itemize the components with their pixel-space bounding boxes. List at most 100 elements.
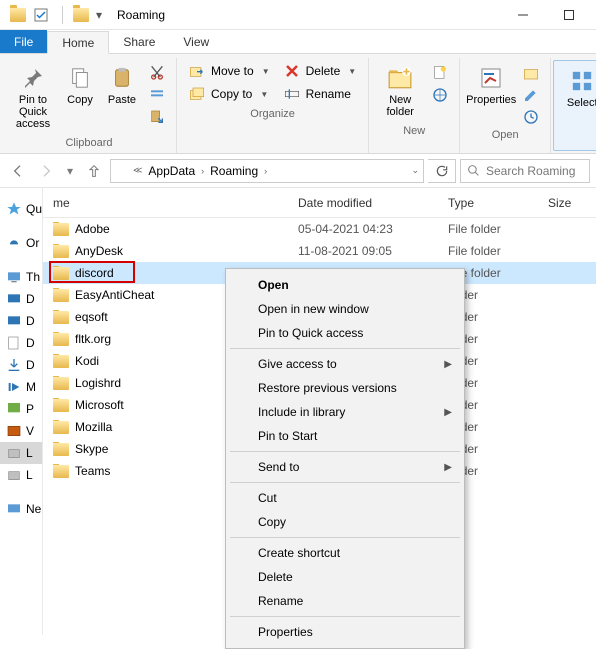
nav-item[interactable]: P xyxy=(0,398,42,420)
folder-icon xyxy=(10,8,26,22)
new-folder-button[interactable]: New folder xyxy=(375,60,425,122)
nav-item[interactable]: L xyxy=(0,442,42,464)
ctx-properties[interactable]: Properties xyxy=(228,620,462,644)
tab-share[interactable]: Share xyxy=(109,30,169,53)
properties-button[interactable]: Properties xyxy=(466,60,516,110)
tab-view[interactable]: View xyxy=(169,30,223,53)
ctx-send-to[interactable]: Send to▶ xyxy=(228,455,462,479)
open-icon[interactable] xyxy=(522,64,540,82)
folder-icon xyxy=(53,245,69,258)
table-row[interactable]: AnyDesk11-08-2021 09:05File folder xyxy=(43,240,596,262)
nav-item[interactable]: M xyxy=(0,376,42,398)
column-headers[interactable]: me Date modified Type Size xyxy=(43,188,596,218)
col-size[interactable]: Size xyxy=(538,196,596,210)
file-name: EasyAntiCheat xyxy=(75,288,154,302)
nav-item[interactable]: L xyxy=(0,464,42,486)
pin-icon xyxy=(19,64,47,92)
nav-item[interactable]: D xyxy=(0,332,42,354)
rename-button[interactable]: Rename xyxy=(278,83,363,105)
ctx-create-shortcut[interactable]: Create shortcut xyxy=(228,541,462,565)
group-organize: Move to▼ Copy to▼ Delete▼ Rename Organiz… xyxy=(177,58,369,153)
col-type[interactable]: Type xyxy=(438,196,538,210)
folder-icon xyxy=(53,399,69,412)
ctx-delete[interactable]: Delete xyxy=(228,565,462,589)
ctx-include-in-library[interactable]: Include in library▶ xyxy=(228,400,462,424)
nav-item[interactable]: D xyxy=(0,310,42,332)
copy-to-icon xyxy=(189,86,205,102)
nav-item[interactable]: D xyxy=(0,354,42,376)
file-date: 11-08-2021 09:05 xyxy=(288,244,438,258)
nav-item[interactable]: Qu xyxy=(0,198,42,220)
group-label: New xyxy=(375,122,453,141)
paste-button[interactable]: Paste xyxy=(102,60,142,110)
breadcrumb-segment[interactable]: Roaming xyxy=(208,164,260,178)
paste-shortcut-icon[interactable] xyxy=(148,108,166,126)
search-input[interactable]: Search Roaming xyxy=(460,159,590,183)
copy-button[interactable]: Copy xyxy=(60,60,100,110)
folder-icon xyxy=(53,421,69,434)
group-label: Open xyxy=(466,126,544,145)
ribbon: Pin to Quick access Copy Paste Clipboard xyxy=(0,54,596,154)
file-name: AnyDesk xyxy=(75,244,123,258)
cut-icon[interactable] xyxy=(148,64,166,82)
file-name: Skype xyxy=(75,442,108,456)
nav-item[interactable]: Or xyxy=(0,232,42,254)
easy-access-icon[interactable] xyxy=(431,86,449,104)
folder-icon xyxy=(53,223,69,236)
ctx-copy[interactable]: Copy xyxy=(228,510,462,534)
breadcrumb-segment[interactable]: AppData xyxy=(146,164,197,178)
ctx-give-access-to[interactable]: Give access to▶ xyxy=(228,352,462,376)
file-name: fltk.org xyxy=(75,332,111,346)
file-name: Mozilla xyxy=(75,420,112,434)
title-bar: ▾ Roaming xyxy=(0,0,596,30)
select-button[interactable]: Select xyxy=(560,63,596,113)
nav-item[interactable]: V xyxy=(0,420,42,442)
nav-item[interactable]: Ne xyxy=(0,498,42,520)
new-item-icon[interactable] xyxy=(431,64,449,82)
address-dropdown[interactable]: ⌄ xyxy=(411,165,419,176)
delete-button[interactable]: Delete▼ xyxy=(278,60,363,82)
ctx-restore-previous[interactable]: Restore previous versions xyxy=(228,376,462,400)
move-to-icon xyxy=(189,63,205,79)
navigation-pane[interactable]: Qu Or Th D D D D M P V L L Ne xyxy=(0,188,43,635)
tab-file[interactable]: File xyxy=(0,30,47,53)
maximize-button[interactable] xyxy=(546,0,592,30)
nav-item[interactable]: D xyxy=(0,288,42,310)
qat-item[interactable] xyxy=(30,4,52,26)
up-button[interactable] xyxy=(82,159,106,183)
tab-home[interactable]: Home xyxy=(47,31,109,54)
ctx-rename[interactable]: Rename xyxy=(228,589,462,613)
pin-quick-access-button[interactable]: Pin to Quick access xyxy=(8,60,58,134)
back-button[interactable] xyxy=(6,159,30,183)
forward-button[interactable] xyxy=(34,159,58,183)
properties-icon xyxy=(477,64,505,92)
edit-icon[interactable] xyxy=(522,86,540,104)
select-icon xyxy=(568,67,596,95)
file-name: Logishrd xyxy=(75,376,121,390)
address-bar[interactable]: ≪ AppData › Roaming › ⌄ xyxy=(110,159,424,183)
folder-icon xyxy=(53,311,69,324)
table-row[interactable]: Adobe05-04-2021 04:23File folder xyxy=(43,218,596,240)
minimize-button[interactable] xyxy=(500,0,546,30)
file-name: Kodi xyxy=(75,354,99,368)
refresh-button[interactable] xyxy=(428,159,456,183)
ctx-pin-to-start[interactable]: Pin to Start xyxy=(228,424,462,448)
recent-locations-button[interactable]: ▾ xyxy=(62,159,78,183)
ctx-open[interactable]: Open xyxy=(228,273,462,297)
nav-item[interactable]: Th xyxy=(0,266,42,288)
col-name[interactable]: me xyxy=(43,196,288,210)
history-icon[interactable] xyxy=(522,108,540,126)
move-to-button[interactable]: Move to▼ xyxy=(183,60,276,82)
window-title: Roaming xyxy=(111,8,165,22)
qat-dropdown[interactable]: ▾ xyxy=(93,4,105,26)
ctx-cut[interactable]: Cut xyxy=(228,486,462,510)
copy-path-icon[interactable] xyxy=(148,86,166,104)
ctx-pin-quick-access[interactable]: Pin to Quick access xyxy=(228,321,462,345)
copy-to-button[interactable]: Copy to▼ xyxy=(183,83,276,105)
col-date[interactable]: Date modified xyxy=(288,196,438,210)
ribbon-tabs: File Home Share View xyxy=(0,30,596,54)
group-clipboard: Pin to Quick access Copy Paste Clipboard xyxy=(2,58,177,153)
ctx-open-new-window[interactable]: Open in new window xyxy=(228,297,462,321)
delete-icon xyxy=(284,63,300,79)
folder-icon xyxy=(115,165,129,177)
